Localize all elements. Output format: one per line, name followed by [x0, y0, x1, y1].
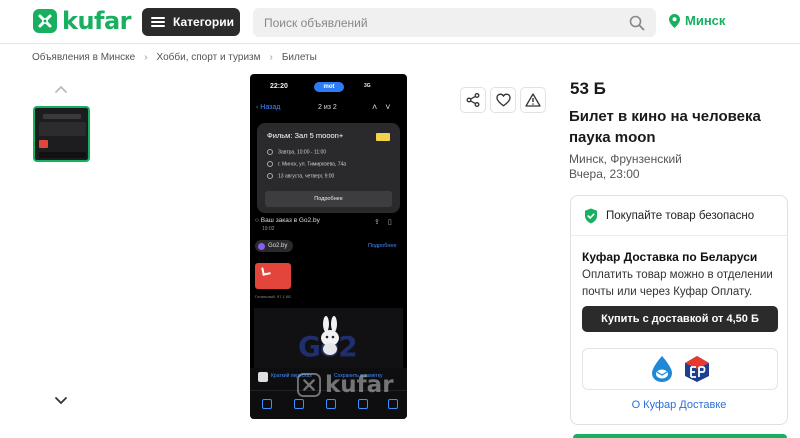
- listing-price: 53 Б: [570, 79, 606, 98]
- chevron-right-icon: ›: [269, 52, 273, 63]
- phone-time: 22:20: [270, 83, 288, 90]
- safe-purchase-banner: Покупайте товар безопасно: [571, 196, 787, 236]
- share-icon: [466, 93, 480, 107]
- search-icon[interactable]: [629, 15, 645, 31]
- watermark-text: kufar: [325, 372, 394, 398]
- phone-pdf-caption: Готальный, 97.1 КБ: [255, 294, 291, 299]
- europost-logo-icon: [685, 356, 709, 382]
- warning-icon: [525, 93, 541, 107]
- phone-arrows: ˄˅: [372, 102, 399, 112]
- phone-status-bar: 22:20 mot 3G: [250, 80, 407, 92]
- breadcrumb-item[interactable]: Хобби, спорт и туризм: [157, 52, 261, 63]
- city-label: Минск: [685, 13, 726, 28]
- kufar-watermark: kufar: [297, 372, 394, 398]
- pdf-icon: [255, 263, 291, 289]
- phone-back: ‹ Назад: [256, 104, 281, 111]
- phone-badge: [376, 133, 390, 141]
- breadcrumb: Объявления в Минске › Хобби, спорт и тур…: [32, 52, 317, 63]
- breadcrumb-item[interactable]: Билеты: [282, 52, 317, 63]
- logo-text: kufar: [62, 7, 132, 35]
- phone-order: ○ Ваш заказ в Go2.by: [255, 217, 320, 224]
- about-delivery-link[interactable]: О Куфар Доставке: [571, 399, 787, 411]
- city-selector[interactable]: Минск: [669, 13, 725, 28]
- phone-chip-link: Подробнее: [368, 243, 397, 249]
- phone-pill: mot: [314, 82, 344, 92]
- buy-with-delivery-button[interactable]: Купить с доставкой от 4,50 Б: [582, 306, 778, 332]
- listing-location: Минск, Фрунзенский: [569, 152, 682, 166]
- shield-check-icon: [585, 208, 597, 223]
- phone-video: Go2: [254, 308, 403, 368]
- kufar-logo[interactable]: kufar: [32, 7, 132, 35]
- top-header: kufar Категории Поиск объявлений Минск: [0, 0, 800, 44]
- report-button[interactable]: [520, 87, 546, 113]
- location-pin-icon: [669, 13, 680, 28]
- favorite-button[interactable]: [490, 87, 516, 113]
- image-thumbnail[interactable]: [33, 106, 90, 162]
- chevron-down-icon[interactable]: [54, 396, 68, 406]
- phone-order-time: 19:02: [262, 226, 275, 232]
- delivery-panel: Покупайте товар безопасно Куфар Доставка…: [570, 195, 788, 425]
- listing-main-image[interactable]: 22:20 mot 3G ‹ Назад 2 из 2 ˄˅ Фильм: За…: [250, 74, 407, 419]
- bunny-mascot-icon: [321, 316, 339, 355]
- listing-title: Билет в кино на человека паука moon: [569, 108, 761, 146]
- safe-purchase-text: Покупайте товар безопасно: [606, 209, 755, 222]
- search-input[interactable]: Поиск объявлений: [253, 8, 656, 37]
- phone-line: 13 августа, четверг, 9:00: [267, 173, 334, 179]
- phone-counter: 2 из 2: [318, 104, 337, 111]
- listing-date: Вчера, 23:00: [569, 167, 640, 181]
- search-placeholder: Поиск объявлений: [264, 16, 368, 30]
- phone-line: Завтра, 10:00 - 11:00: [267, 149, 326, 155]
- kufar-watermark-icon: [297, 373, 321, 397]
- categories-button[interactable]: Категории: [142, 8, 240, 36]
- kufar-logo-icon: [33, 9, 57, 33]
- belpost-logo-icon: [652, 356, 672, 382]
- delivery-heading: Куфар Доставка по Беларуси: [582, 250, 758, 264]
- delivery-description: Оплатить товар можно в отделении почты и…: [582, 269, 773, 298]
- phone-more: Подробнее: [265, 191, 392, 207]
- chevron-right-icon: ›: [144, 52, 148, 63]
- phone-share-icons: ⇪▯: [374, 219, 400, 226]
- menu-icon: [151, 17, 165, 27]
- phone-chip: Go2.by: [255, 240, 294, 252]
- phone-network: 3G: [364, 83, 371, 89]
- phone-line: г. Минск, ул. Тимирязева, 74а: [267, 161, 346, 167]
- phone-film: Фильм: Зал 5 mooon+: [267, 131, 344, 140]
- heart-icon: [495, 93, 511, 107]
- phone-ticket-card: Фильм: Зал 5 mooon+ Завтра, 10:00 - 11:0…: [257, 123, 400, 213]
- bottom-green-bar: [573, 434, 787, 438]
- chevron-up-icon[interactable]: [54, 84, 68, 94]
- share-button[interactable]: [460, 87, 486, 113]
- categories-label: Категории: [173, 15, 234, 29]
- delivery-partner-logos: [582, 348, 778, 390]
- phone-nav: ‹ Назад 2 из 2 ˄˅: [250, 101, 407, 115]
- listing-actions: [460, 87, 550, 113]
- breadcrumb-item[interactable]: Объявления в Минске: [32, 52, 135, 63]
